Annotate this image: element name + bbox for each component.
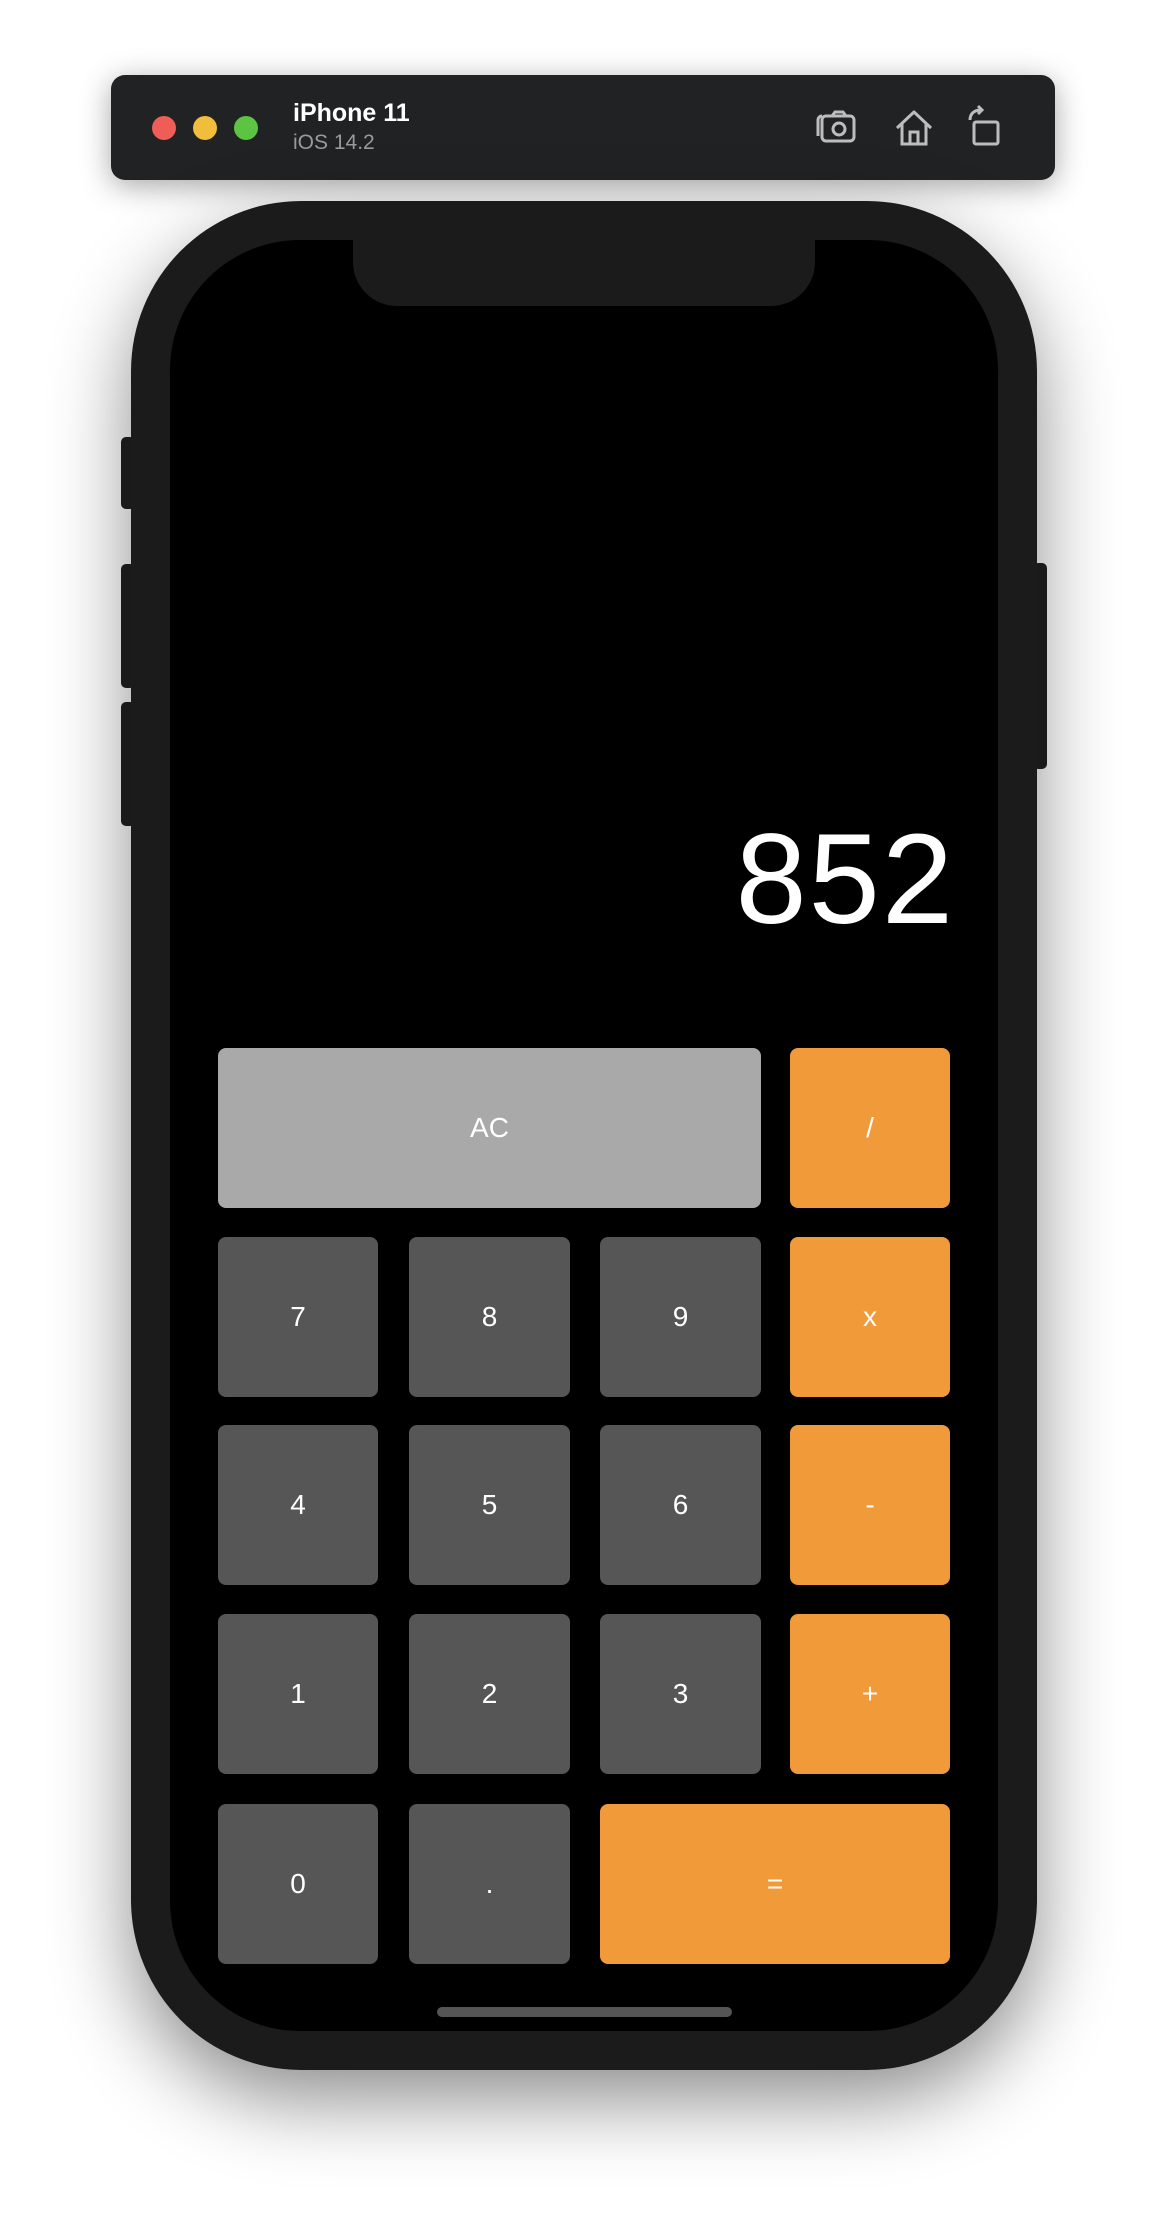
device-name: iPhone 11 [293, 99, 410, 127]
simulator-window: iPhone 11 iOS 14.2 852 AC / 7 8 9 x 4 5 … [0, 0, 1168, 2220]
notch [353, 232, 815, 306]
decimal-button[interactable]: . [409, 1804, 570, 1964]
multiply-button[interactable]: x [790, 1237, 950, 1397]
digit-4-button[interactable]: 4 [218, 1425, 378, 1585]
home-icon[interactable] [890, 104, 938, 152]
digit-2-button[interactable]: 2 [409, 1614, 570, 1774]
digit-9-button[interactable]: 9 [600, 1237, 761, 1397]
digit-3-button[interactable]: 3 [600, 1614, 761, 1774]
maximize-icon[interactable] [234, 116, 258, 140]
screenshot-icon[interactable] [813, 104, 861, 152]
home-indicator[interactable] [437, 2007, 732, 2017]
add-button[interactable]: + [790, 1614, 950, 1774]
equals-button[interactable]: = [600, 1804, 950, 1964]
digit-6-button[interactable]: 6 [600, 1425, 761, 1585]
digit-8-button[interactable]: 8 [409, 1237, 570, 1397]
digit-1-button[interactable]: 1 [218, 1614, 378, 1774]
close-icon[interactable] [152, 116, 176, 140]
subtract-button[interactable]: - [790, 1425, 950, 1585]
os-version: iOS 14.2 [293, 131, 375, 154]
rotate-icon[interactable] [962, 104, 1010, 152]
minimize-icon[interactable] [193, 116, 217, 140]
digit-7-button[interactable]: 7 [218, 1237, 378, 1397]
digit-0-button[interactable]: 0 [218, 1804, 378, 1964]
digit-5-button[interactable]: 5 [409, 1425, 570, 1585]
clear-button[interactable]: AC [218, 1048, 761, 1208]
divide-button[interactable]: / [790, 1048, 950, 1208]
calculator-display: 852 [735, 808, 955, 951]
